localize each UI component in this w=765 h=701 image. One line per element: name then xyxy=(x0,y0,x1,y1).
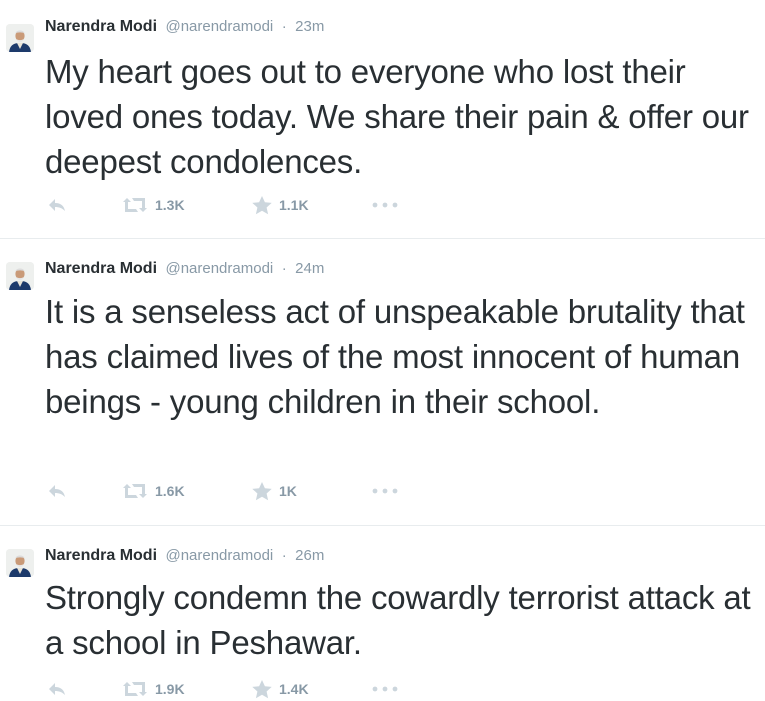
favorite-button[interactable]: 1K xyxy=(251,479,297,503)
more-dots-icon xyxy=(372,686,398,692)
tweet-header: Narendra Modi @narendramodi · 23m xyxy=(45,17,324,37)
more-button[interactable] xyxy=(371,677,399,701)
reply-icon xyxy=(49,683,65,695)
author-name[interactable]: Narendra Modi xyxy=(45,260,157,277)
author-handle[interactable]: @narendramodi xyxy=(165,260,273,277)
author-name[interactable]: Narendra Modi xyxy=(45,18,157,35)
separator-dot: · xyxy=(281,18,287,35)
more-button[interactable] xyxy=(371,193,399,217)
star-icon xyxy=(252,482,272,501)
more-button[interactable] xyxy=(371,479,399,503)
author-name[interactable]: Narendra Modi xyxy=(45,547,157,564)
author-handle[interactable]: @narendramodi xyxy=(165,18,273,35)
retweet-icon xyxy=(123,484,147,498)
separator-dot: · xyxy=(281,547,287,564)
favorite-button[interactable]: 1.1K xyxy=(251,193,309,217)
retweet-button[interactable]: 1.6K xyxy=(121,479,185,503)
favorite-count: 1.4K xyxy=(279,681,309,697)
tweet-actions: 1.9K 1.4K xyxy=(45,677,445,701)
separator-dot: · xyxy=(281,260,287,277)
tweet-text: It is a senseless act of unspeakable bru… xyxy=(45,293,745,420)
star-icon xyxy=(252,680,272,699)
timestamp[interactable]: 24m xyxy=(295,260,324,277)
retweet-icon xyxy=(123,198,147,212)
tweet-header: Narendra Modi @narendramodi · 24m xyxy=(45,259,324,279)
tweet-actions: 1.6K 1K xyxy=(45,479,445,503)
timestamp[interactable]: 26m xyxy=(295,547,324,564)
tweet-text: My heart goes out to everyone who lost t… xyxy=(45,53,749,180)
retweet-count: 1.6K xyxy=(155,483,185,499)
tweet-header: Narendra Modi @narendramodi · 26m xyxy=(45,546,324,566)
avatar[interactable] xyxy=(6,549,34,577)
retweet-icon xyxy=(123,682,147,696)
profile-photo-icon xyxy=(6,549,34,577)
reply-button[interactable] xyxy=(47,479,67,503)
timestamp[interactable]: 23m xyxy=(295,18,324,35)
favorite-button[interactable]: 1.4K xyxy=(251,677,309,701)
star-icon xyxy=(252,196,272,215)
tweet-actions: 1.3K 1.1K xyxy=(45,193,445,217)
tweet[interactable]: Narendra Modi @narendramodi · 24m It is … xyxy=(0,238,765,525)
favorite-count: 1K xyxy=(279,483,297,499)
retweet-count: 1.9K xyxy=(155,681,185,697)
reply-button[interactable] xyxy=(47,677,67,701)
tweet-text: Strongly condemn the cowardly terrorist … xyxy=(45,579,751,661)
reply-icon xyxy=(49,199,65,211)
tweet[interactable]: Narendra Modi @narendramodi · 26m Strong… xyxy=(0,525,765,700)
avatar[interactable] xyxy=(6,262,34,290)
profile-photo-icon xyxy=(6,262,34,290)
tweet[interactable]: Narendra Modi @narendramodi · 23m My hea… xyxy=(0,0,765,238)
reply-icon xyxy=(49,485,65,497)
retweet-count: 1.3K xyxy=(155,197,185,213)
more-dots-icon xyxy=(372,488,398,494)
reply-button[interactable] xyxy=(47,193,67,217)
avatar[interactable] xyxy=(6,24,34,52)
retweet-button[interactable]: 1.3K xyxy=(121,193,185,217)
more-dots-icon xyxy=(372,202,398,208)
retweet-button[interactable]: 1.9K xyxy=(121,677,185,701)
favorite-count: 1.1K xyxy=(279,197,309,213)
author-handle[interactable]: @narendramodi xyxy=(165,547,273,564)
profile-photo-icon xyxy=(6,24,34,52)
